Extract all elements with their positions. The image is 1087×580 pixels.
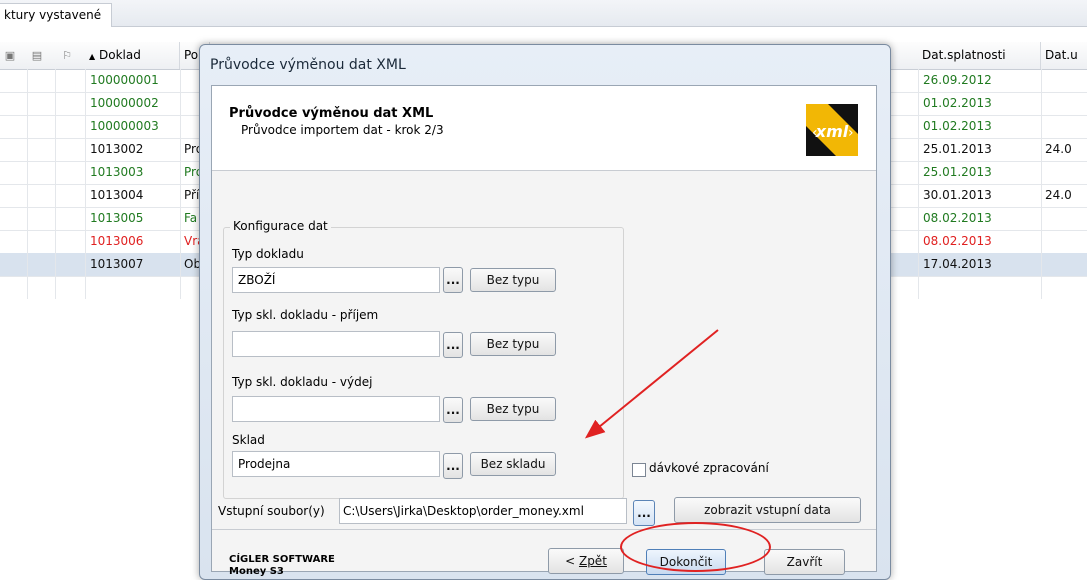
- annotation-arrow: [584, 329, 719, 439]
- annotation-overlay: [584, 329, 719, 439]
- annotation-ellipse: [620, 522, 771, 572]
